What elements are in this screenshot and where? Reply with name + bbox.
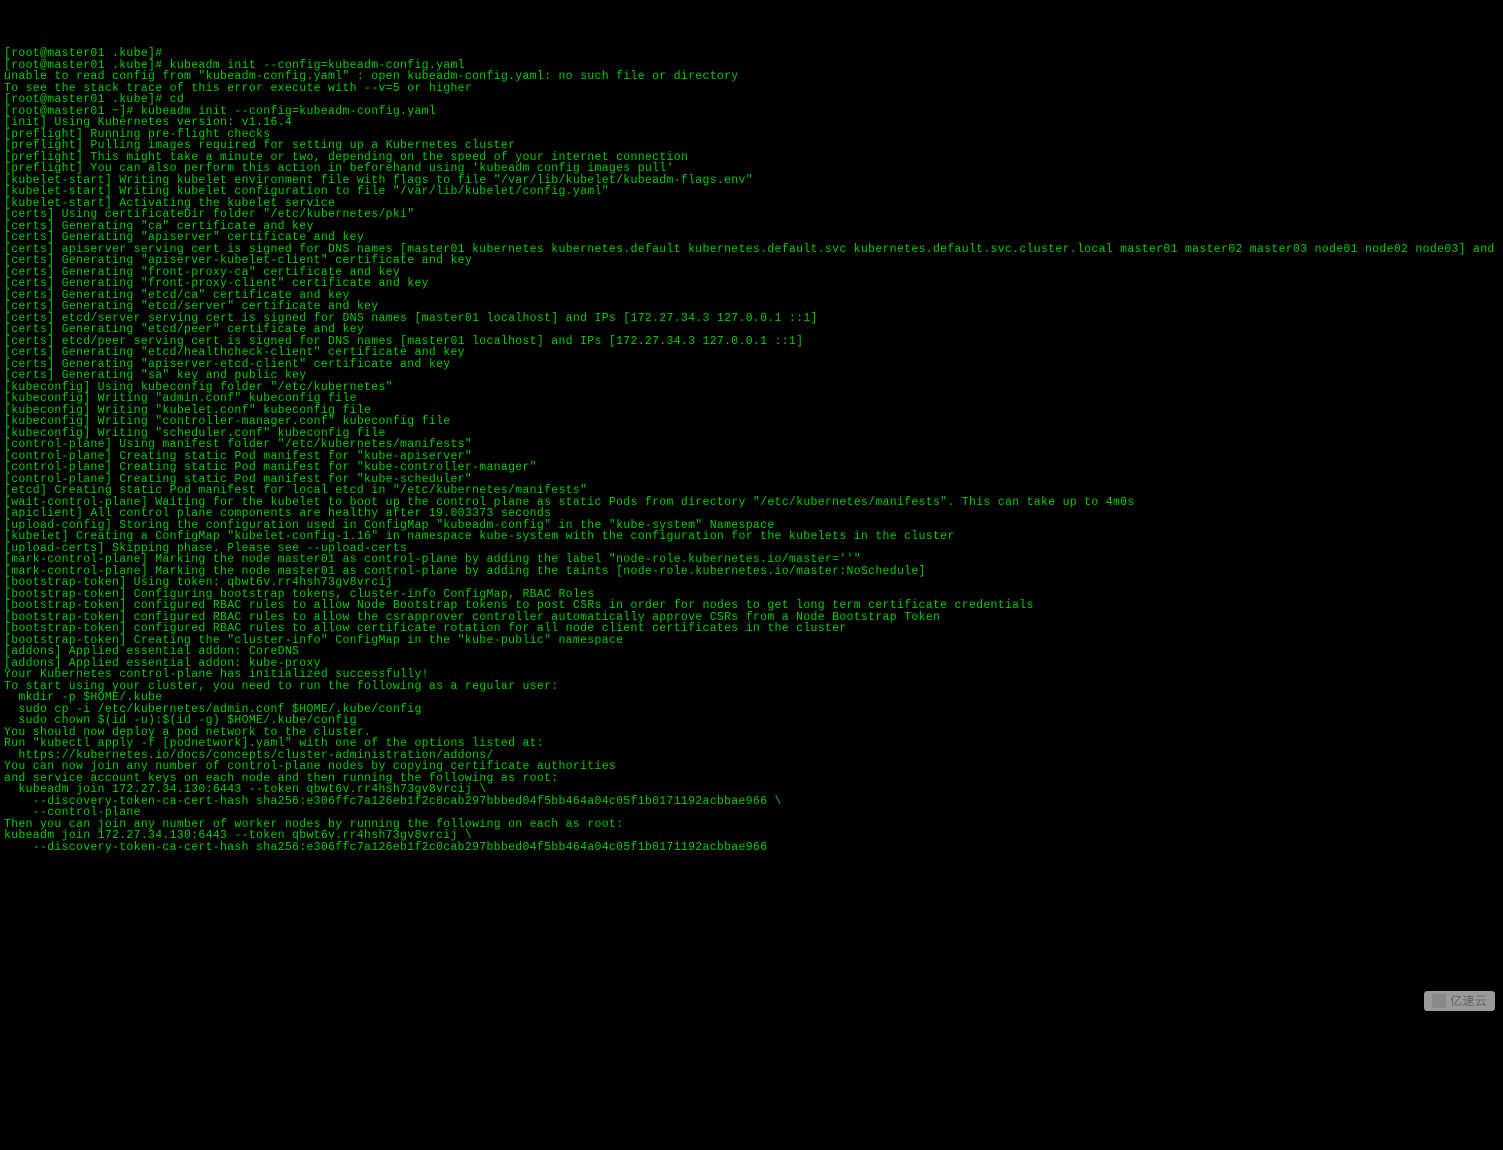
terminal-line: [certs] Generating "sa" key and public k… xyxy=(4,370,1499,382)
terminal-line: [certs] Using certificateDir folder "/et… xyxy=(4,209,1499,221)
terminal-line: To see the stack trace of this error exe… xyxy=(4,83,1499,95)
terminal-line: sudo chown $(id -u):$(id -g) $HOME/.kube… xyxy=(4,715,1499,727)
terminal-line: [etcd] Creating static Pod manifest for … xyxy=(4,485,1499,497)
terminal-line: [certs] Generating "apiserver" certifica… xyxy=(4,232,1499,244)
terminal-line: [init] Using Kubernetes version: v1.16.4 xyxy=(4,117,1499,129)
watermark-icon xyxy=(1432,994,1446,1008)
terminal-output[interactable]: [root@master01 .kube]# [root@master01 .ku… xyxy=(4,48,1499,1067)
terminal-line: kubeadm join 172.27.34.130:6443 --token … xyxy=(4,830,1499,842)
terminal-line: [bootstrap-token] configured RBAC rules … xyxy=(4,600,1499,612)
terminal-line: [apiclient] All control plane components… xyxy=(4,508,1499,520)
terminal-line: --discovery-token-ca-cert-hash sha256:e3… xyxy=(4,796,1499,808)
terminal-line: [certs] Generating "front-proxy-client" … xyxy=(4,278,1499,290)
terminal-line: [control-plane] Creating static Pod mani… xyxy=(4,462,1499,474)
terminal-line: [mark-control-plane] Marking the node ma… xyxy=(4,554,1499,566)
terminal-line: [kubeconfig] Writing "admin.conf" kubeco… xyxy=(4,393,1499,405)
terminal-line: To start using your cluster, you need to… xyxy=(4,681,1499,693)
terminal-line: [root@master01 .kube]# xyxy=(4,48,1499,60)
terminal-line: [bootstrap-token] configured RBAC rules … xyxy=(4,623,1499,635)
terminal-line: [kubelet-start] Writing kubelet configur… xyxy=(4,186,1499,198)
terminal-line: Run "kubectl apply -f [podnetwork].yaml"… xyxy=(4,738,1499,750)
terminal-line: [certs] Generating "etcd/peer" certifica… xyxy=(4,324,1499,336)
terminal-line: [control-plane] Using manifest folder "/… xyxy=(4,439,1499,451)
terminal-line: [certs] Generating "apiserver-kubelet-cl… xyxy=(4,255,1499,267)
terminal-line: [preflight] Pulling images required for … xyxy=(4,140,1499,152)
watermark-text: 亿速云 xyxy=(1450,995,1487,1007)
terminal-line: [root@master01 .kube]# cd xyxy=(4,94,1499,106)
terminal-line: You can now join any number of control-p… xyxy=(4,761,1499,773)
terminal-line: [addons] Applied essential addon: CoreDN… xyxy=(4,646,1499,658)
terminal-line: Your Kubernetes control-plane has initia… xyxy=(4,669,1499,681)
terminal-line: [certs] Generating "etcd/healthcheck-cli… xyxy=(4,347,1499,359)
terminal-line: --control-plane xyxy=(4,807,1499,819)
terminal-line: [kubelet] Creating a ConfigMap "kubelet-… xyxy=(4,531,1499,543)
terminal-line: kubeadm join 172.27.34.130:6443 --token … xyxy=(4,784,1499,796)
terminal-line: [preflight] You can also perform this ac… xyxy=(4,163,1499,175)
terminal-line: [bootstrap-token] Using token: qbwt6v.rr… xyxy=(4,577,1499,589)
terminal-line: [certs] Generating "etcd/server" certifi… xyxy=(4,301,1499,313)
terminal-line: --discovery-token-ca-cert-hash sha256:e3… xyxy=(4,842,1499,854)
terminal-line: mkdir -p $HOME/.kube xyxy=(4,692,1499,704)
watermark-badge: 亿速云 xyxy=(1424,991,1495,1011)
terminal-line: unable to read config from "kubeadm-conf… xyxy=(4,71,1499,83)
terminal-line: [kubeconfig] Writing "controller-manager… xyxy=(4,416,1499,428)
